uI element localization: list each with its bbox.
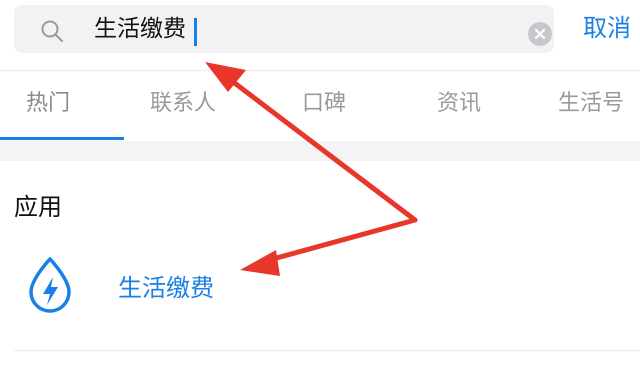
app-label: 生活缴费 bbox=[118, 274, 214, 302]
app-result-item[interactable]: 生活缴费 bbox=[0, 245, 640, 335]
search-input[interactable]: 生活缴费 bbox=[94, 15, 186, 43]
clear-icon[interactable] bbox=[528, 22, 552, 46]
divider bbox=[14, 350, 640, 351]
section-title: 应用 bbox=[14, 193, 62, 221]
search-icon bbox=[41, 20, 63, 42]
tab-news[interactable]: 资讯 bbox=[437, 89, 481, 119]
tab-life-account[interactable]: 生活号 bbox=[558, 89, 624, 119]
tab-koubei[interactable]: 口碑 bbox=[302, 89, 346, 119]
tab-hot[interactable]: 热门 bbox=[26, 89, 70, 119]
section-separator bbox=[0, 141, 640, 161]
search-bar: 生活缴费 取消 bbox=[0, 0, 640, 70]
bolt-drop-icon bbox=[29, 257, 71, 313]
active-tab-indicator bbox=[0, 137, 124, 140]
search-box[interactable]: 生活缴费 bbox=[14, 5, 554, 53]
tab-contacts[interactable]: 联系人 bbox=[150, 89, 216, 119]
text-cursor bbox=[194, 18, 197, 46]
cancel-button[interactable]: 取消 bbox=[583, 12, 631, 44]
category-tabs: 热门 联系人 口碑 资讯 生活号 bbox=[0, 70, 640, 141]
